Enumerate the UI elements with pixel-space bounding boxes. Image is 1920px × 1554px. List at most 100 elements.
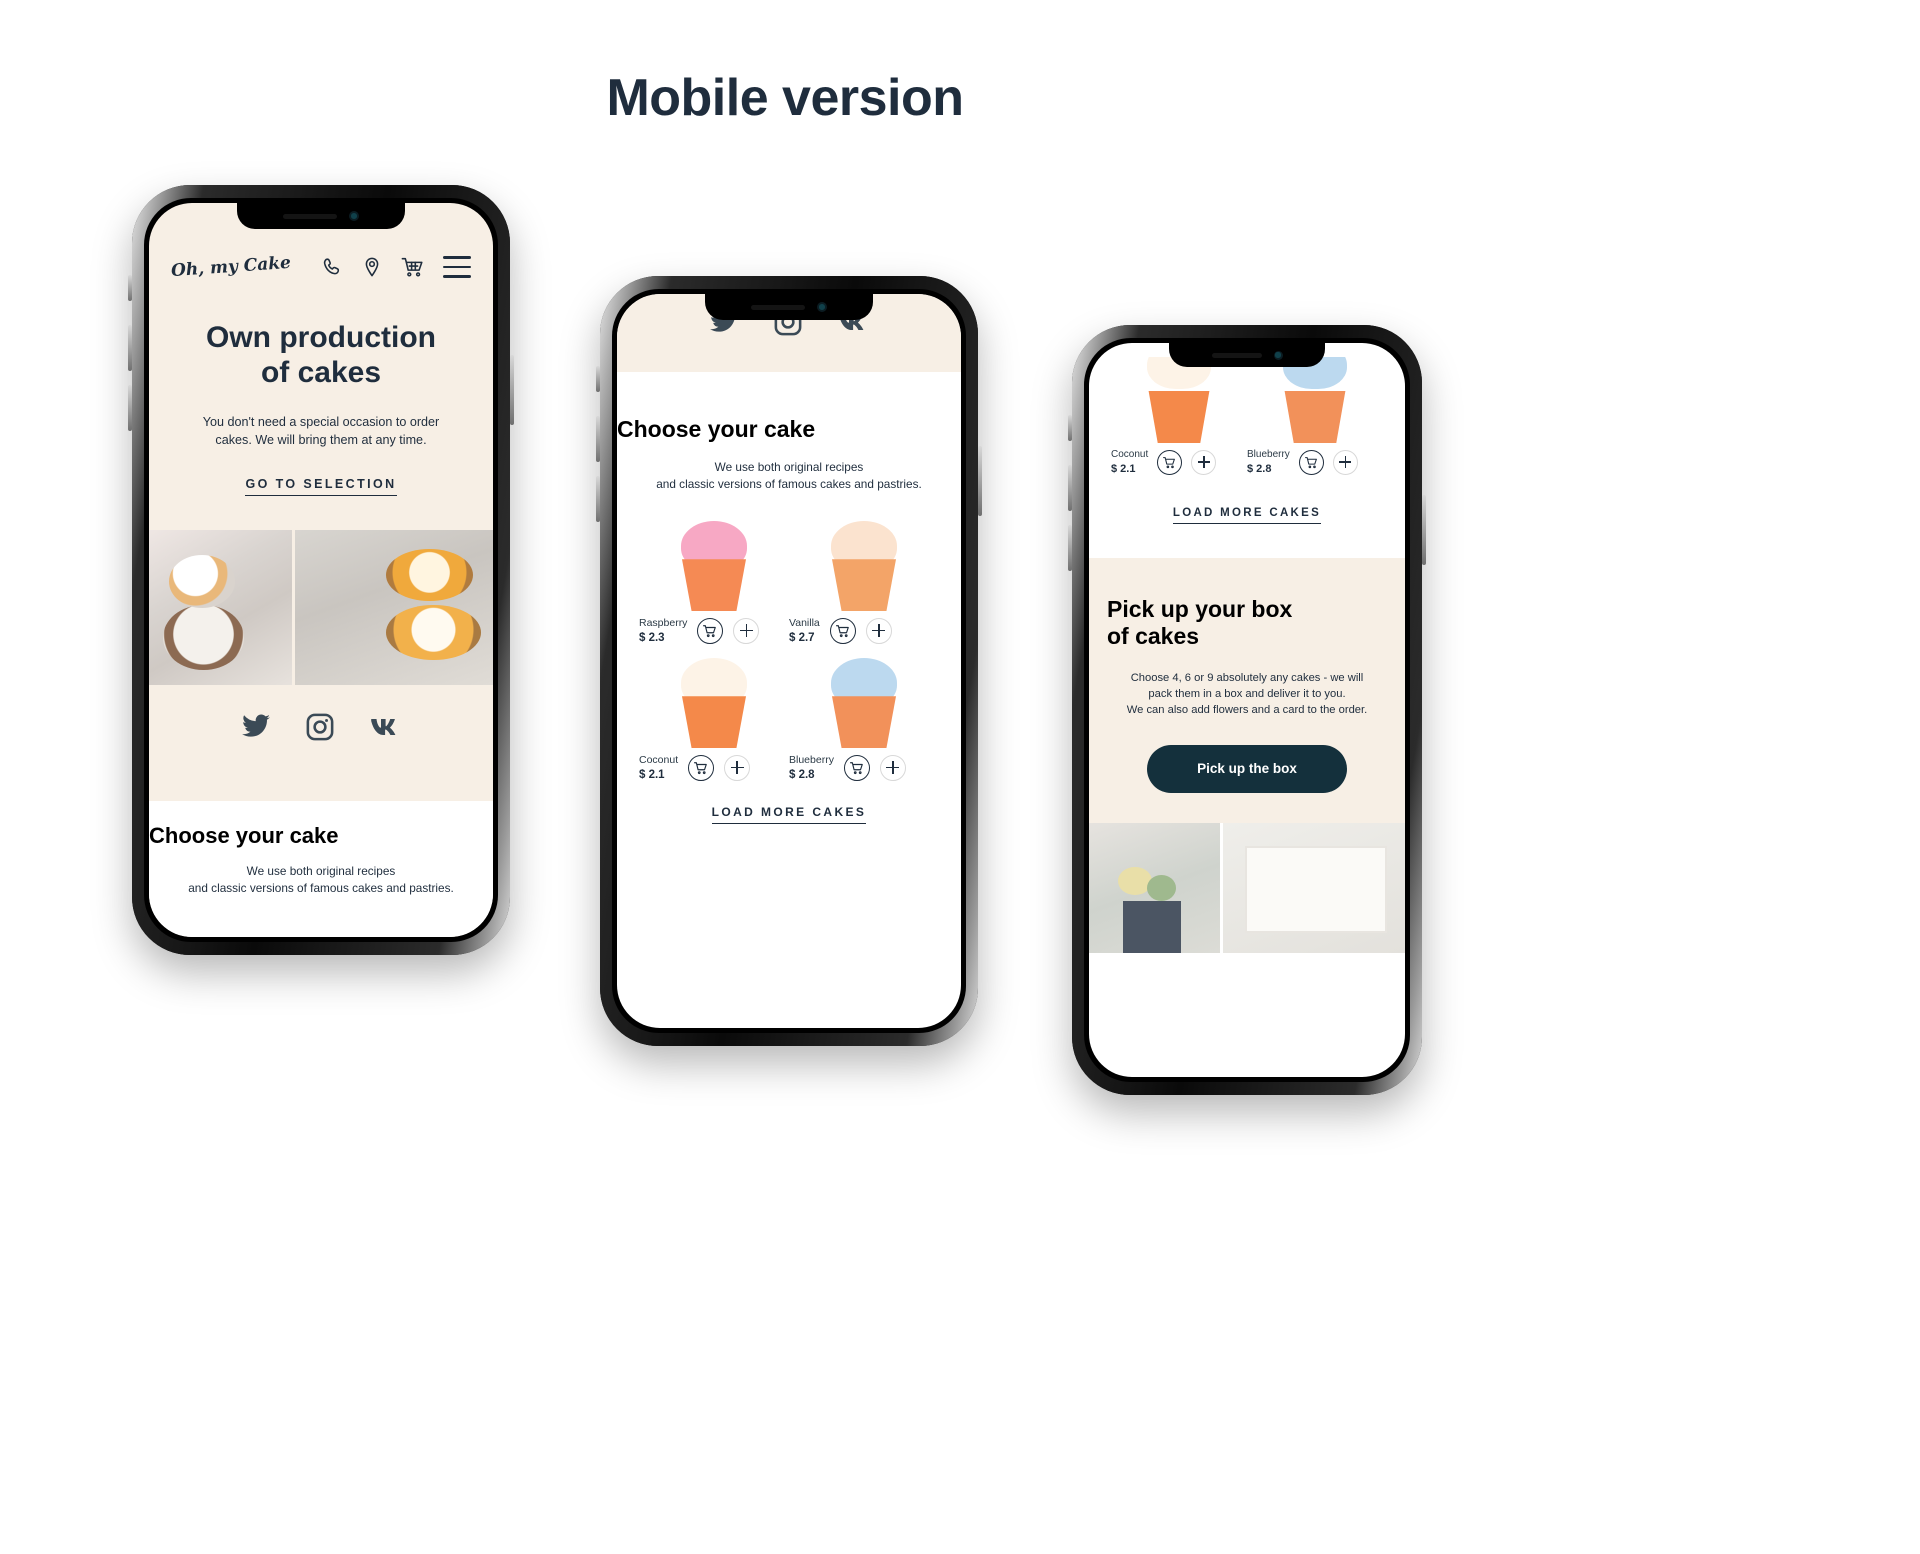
shopping-cart-icon [694, 761, 707, 774]
product-text: Vanilla $ 2.7 [789, 617, 820, 644]
product-name: Coconut [639, 754, 679, 767]
increment-quantity-button[interactable] [724, 754, 751, 781]
product-price: $ 2.1 [1111, 463, 1136, 475]
earpiece-speaker [283, 213, 337, 219]
product-price: $ 2.1 [639, 769, 665, 782]
product-text: Coconut $ 2.1 [1111, 449, 1148, 475]
product-price: $ 2.7 [789, 632, 815, 645]
location-pin-icon[interactable] [361, 256, 383, 278]
product-info-row: Blueberry $ 2.8 [789, 754, 939, 781]
shopping-cart-icon [849, 761, 863, 774]
gallery-image-coffee-dessert [149, 530, 293, 686]
add-to-cart-button[interactable] [829, 617, 856, 644]
product-card[interactable]: Coconut $ 2.1 [639, 656, 789, 781]
phone1-food-gallery [149, 530, 493, 686]
front-camera [349, 211, 359, 221]
product-info-row: Blueberry $ 2.8 [1247, 449, 1383, 475]
go-to-selection-button[interactable]: GO TO SELECTION [245, 477, 397, 497]
gallery-image-tartlets [295, 530, 493, 686]
phone1-choose-section: Choose your cake We use both original re… [149, 801, 493, 937]
plus-icon [1197, 456, 1210, 468]
phone2-load-more-wrap: LOAD MORE CAKES [617, 803, 961, 825]
load-more-cakes-button[interactable]: LOAD MORE CAKES [711, 805, 867, 825]
product-info-row: Coconut $ 2.1 [1111, 449, 1247, 475]
increment-quantity-button[interactable] [865, 617, 892, 644]
cupcake-image [664, 656, 764, 749]
product-card[interactable]: Coconut $ 2.1 [1111, 357, 1247, 475]
phone2-section-paragraph: We use both original recipes and classic… [617, 459, 961, 493]
cup-liner [832, 696, 896, 749]
product-info-row: Coconut $ 2.1 [639, 754, 789, 781]
product-card[interactable]: Blueberry $ 2.8 [1247, 357, 1383, 475]
shopping-cart-icon[interactable] [401, 255, 425, 279]
cupcake-image [1267, 357, 1363, 443]
add-to-cart-button[interactable] [843, 754, 870, 781]
product-card[interactable]: Blueberry $ 2.8 [789, 656, 939, 781]
add-to-cart-button[interactable] [688, 754, 715, 781]
product-name: Coconut [1111, 449, 1149, 460]
instagram-icon[interactable] [306, 713, 334, 741]
section-paragraph-line2: and classic versions of famous cakes and… [188, 881, 454, 896]
add-to-cart-button[interactable] [1298, 449, 1324, 475]
increment-quantity-button[interactable] [1191, 449, 1217, 475]
increment-quantity-button[interactable] [879, 754, 906, 781]
front-camera [1273, 350, 1283, 360]
hero-paragraph-line2: cakes. We will bring them at any time. [215, 432, 427, 447]
cupcake-image [814, 656, 914, 749]
phone1-cta-wrap: GO TO SELECTION [149, 475, 493, 497]
hero-title-line2: of cakes [260, 355, 382, 389]
product-card[interactable]: Raspberry $ 2.3 [639, 519, 789, 644]
product-price: $ 2.8 [789, 769, 815, 782]
section-paragraph-line2: and classic versions of famous cakes and… [656, 477, 922, 492]
pick-up-the-box-button[interactable]: Pick up the box [1147, 744, 1347, 793]
twitter-icon[interactable] [242, 714, 270, 740]
phone2-screen: Choose your cake We use both original re… [617, 294, 961, 1028]
cup-liner [1148, 391, 1210, 443]
phone1-section-title: Choose your cake [149, 823, 339, 848]
cup-liner [832, 559, 896, 612]
phone-icon[interactable] [321, 256, 343, 278]
promo-paragraph-line2: pack them in a box and deliver it to you… [1148, 688, 1346, 701]
increment-quantity-button[interactable] [1332, 449, 1358, 475]
product-card[interactable]: Vanilla $ 2.7 [789, 519, 939, 644]
promo-paragraph-line3: We can also add flowers and a card to th… [1126, 704, 1368, 717]
plus-icon [730, 761, 744, 775]
notch-2 [705, 294, 873, 320]
phone3-box-gallery [1089, 822, 1405, 953]
plus-icon [872, 624, 886, 638]
brand-logo[interactable]: Oh, my Cake [170, 253, 291, 281]
phone1-hero-title: Own production of cakes [149, 321, 493, 391]
phone1-social-links [149, 713, 493, 741]
hero-title-line1: Own production [206, 321, 436, 354]
load-more-cakes-button[interactable]: LOAD MORE CAKES [1172, 507, 1322, 524]
product-price: $ 2.8 [1247, 463, 1272, 475]
product-text: Raspberry $ 2.3 [639, 617, 687, 644]
phone1-section-paragraph: We use both original recipes and classic… [149, 863, 493, 897]
phone1-screen: Oh, my Cake Own production of cakes You … [149, 203, 493, 937]
plus-icon [739, 624, 753, 638]
section-paragraph-line1: We use both original recipes [246, 864, 396, 878]
phone1-hero-paragraph: You don't need a special occasion to ord… [149, 413, 493, 450]
cupcake-image [1131, 357, 1227, 443]
phone3-screen: Coconut $ 2.1 Blueberry $ 2.8 LOAD MORE … [1089, 343, 1405, 1077]
increment-quantity-button[interactable] [733, 617, 760, 644]
hamburger-menu-icon[interactable] [443, 256, 471, 278]
product-text: Blueberry $ 2.8 [789, 754, 834, 781]
plus-icon [886, 761, 900, 775]
section-paragraph-line1: We use both original recipes [714, 460, 864, 474]
add-to-cart-button[interactable] [697, 617, 724, 644]
cup-liner [1284, 391, 1346, 443]
plus-icon [1339, 456, 1352, 468]
add-to-cart-button[interactable] [1157, 449, 1183, 475]
cupcake-image [814, 519, 914, 612]
shopping-cart-icon [1163, 456, 1176, 468]
page-title: Mobile version [606, 69, 964, 127]
phone2-product-grid: Raspberry $ 2.3 Vanilla $ 2.7 Coconut $ … [617, 519, 961, 781]
gallery-image-cake-box [1223, 822, 1405, 953]
phone-mockup-3: Coconut $ 2.1 Blueberry $ 2.8 LOAD MORE … [1068, 325, 1426, 1095]
vk-icon[interactable] [370, 716, 400, 738]
shopping-cart-icon [1304, 456, 1317, 468]
earpiece-speaker [1211, 352, 1262, 358]
promo-title-line1: Pick up your box [1107, 596, 1293, 622]
promo-title-line2: of cakes [1107, 623, 1200, 649]
